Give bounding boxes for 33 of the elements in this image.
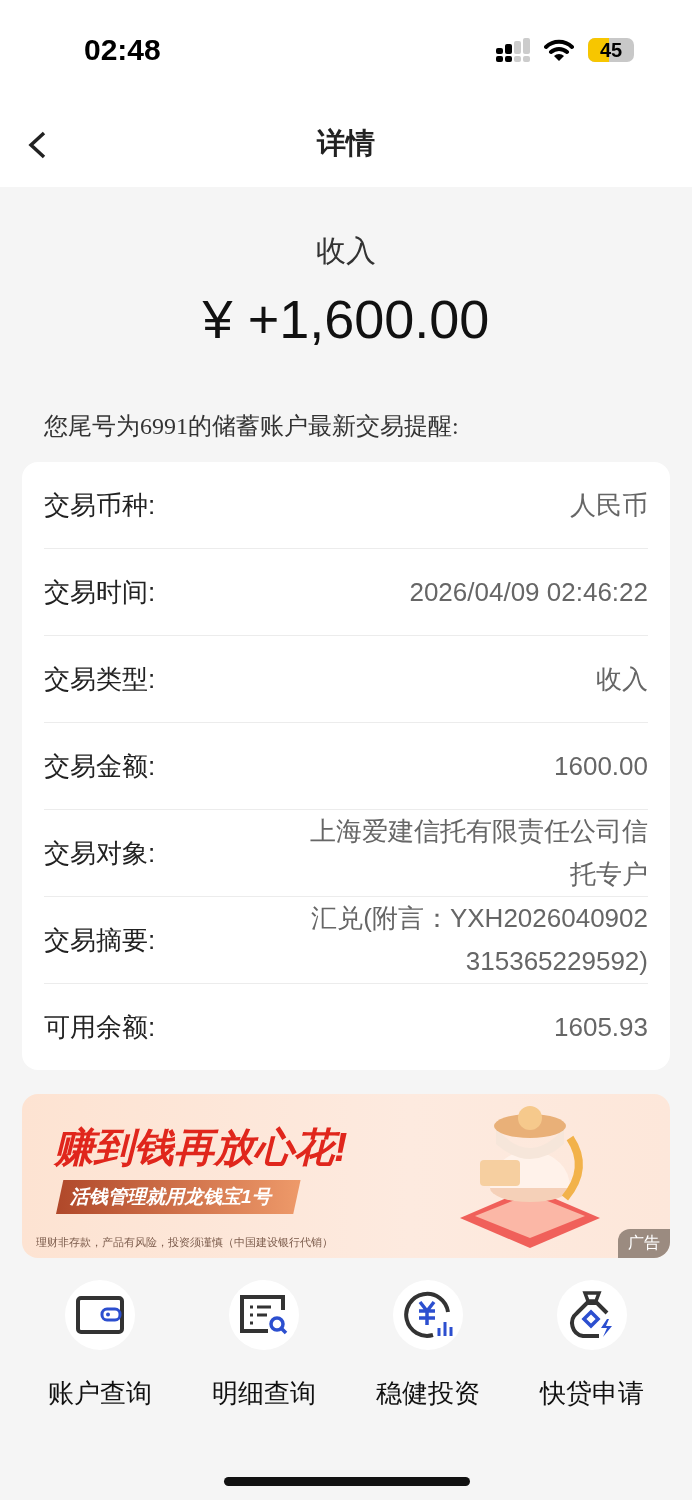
shortcut-button[interactable]: 账户查询 [18,1280,182,1411]
detail-label: 可用余额: [44,1010,156,1044]
yuan-chart-icon [403,1290,453,1340]
notice-text: 您尾号为6991的储蓄账户最新交易提醒: [43,412,460,441]
transaction-amount: ¥ +1,600.00 [202,288,490,350]
ad-tag: 广告 [618,1229,670,1258]
detail-value: 人民币 [570,488,648,522]
page-title: 详情 [317,125,375,161]
banner-subline: 活钱管理就用龙钱宝1号 [56,1180,301,1214]
detail-label: 交易类型: [44,662,156,696]
ad-banner[interactable]: 赚到钱再放心花! 活钱管理就用龙钱宝1号 理财非存款，产品有风险，投资须谨慎（中国建设银行代销） 广告 [22,1094,670,1258]
wifi-icon [544,39,574,61]
disclaimer-text: 理财非存款，产品有风险，投资须谨慎（中国建设银行代销） [36,1235,333,1250]
detail-value: 1605.93 [554,1010,648,1044]
shortcut-button[interactable]: 明细查询 [182,1280,346,1411]
wallet-icon [75,1295,125,1335]
shortcut-button[interactable]: 快贷申请 [510,1280,674,1411]
shortcut-button[interactable]: 稳健投资 [346,1280,510,1411]
detail-label: 交易对象: [44,836,156,870]
banner-headline: 赚到钱再放心花! [54,1124,348,1171]
detail-value: 收入 [596,662,648,696]
transaction-type: 收入 [316,233,376,269]
detail-value: 汇兑(附言：YXH2026040902315365229592) [310,902,648,978]
detail-label: 交易金额: [44,749,156,783]
detail-value: 1600.00 [554,749,648,783]
detail-label: 交易币种: [44,488,156,522]
status-time: 02:48 [84,33,161,67]
signal-icon [496,38,530,62]
detail-value: 2026/04/09 02:46:22 [409,575,648,609]
detail-label: 交易时间: [44,575,156,609]
detail-value: 上海爱建信托有限责任公司信托专户 [309,815,648,891]
search-document-icon [239,1294,289,1336]
detail-label: 交易摘要: [44,923,156,957]
